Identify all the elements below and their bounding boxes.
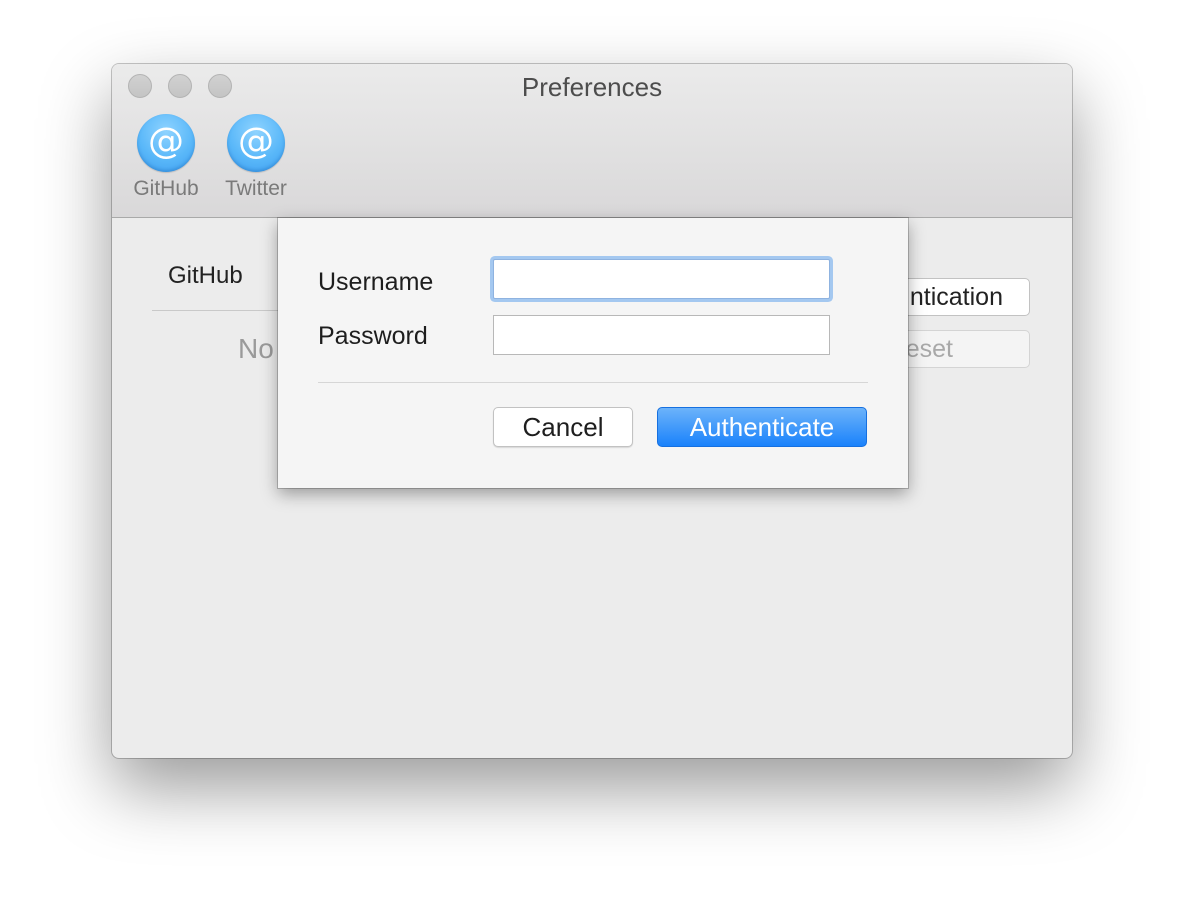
section-title: GitHub bbox=[168, 262, 243, 289]
username-label: Username bbox=[318, 268, 434, 296]
sheet-divider bbox=[318, 382, 868, 383]
authenticate-button[interactable]: Authenticate bbox=[657, 407, 867, 447]
window-title: Preferences bbox=[521, 72, 663, 102]
cancel-button[interactable]: Cancel bbox=[493, 407, 633, 447]
toolbar-item-github[interactable]: @ GitHub bbox=[121, 114, 211, 202]
toolbar-item-label: GitHub bbox=[133, 177, 199, 200]
title-bar: Preferences @ GitHub @ Twitter bbox=[112, 64, 1072, 218]
toolbar-item-label: Twitter bbox=[225, 177, 287, 200]
username-field[interactable] bbox=[493, 259, 830, 299]
password-field[interactable] bbox=[493, 315, 830, 355]
toolbar-item-twitter[interactable]: @ Twitter bbox=[211, 114, 301, 202]
authentication-sheet: Username Password Cancel Authenticate bbox=[278, 218, 908, 488]
at-icon: @ bbox=[137, 114, 195, 172]
password-label: Password bbox=[318, 322, 428, 350]
at-icon: @ bbox=[227, 114, 285, 172]
status-text: No bbox=[238, 333, 274, 364]
